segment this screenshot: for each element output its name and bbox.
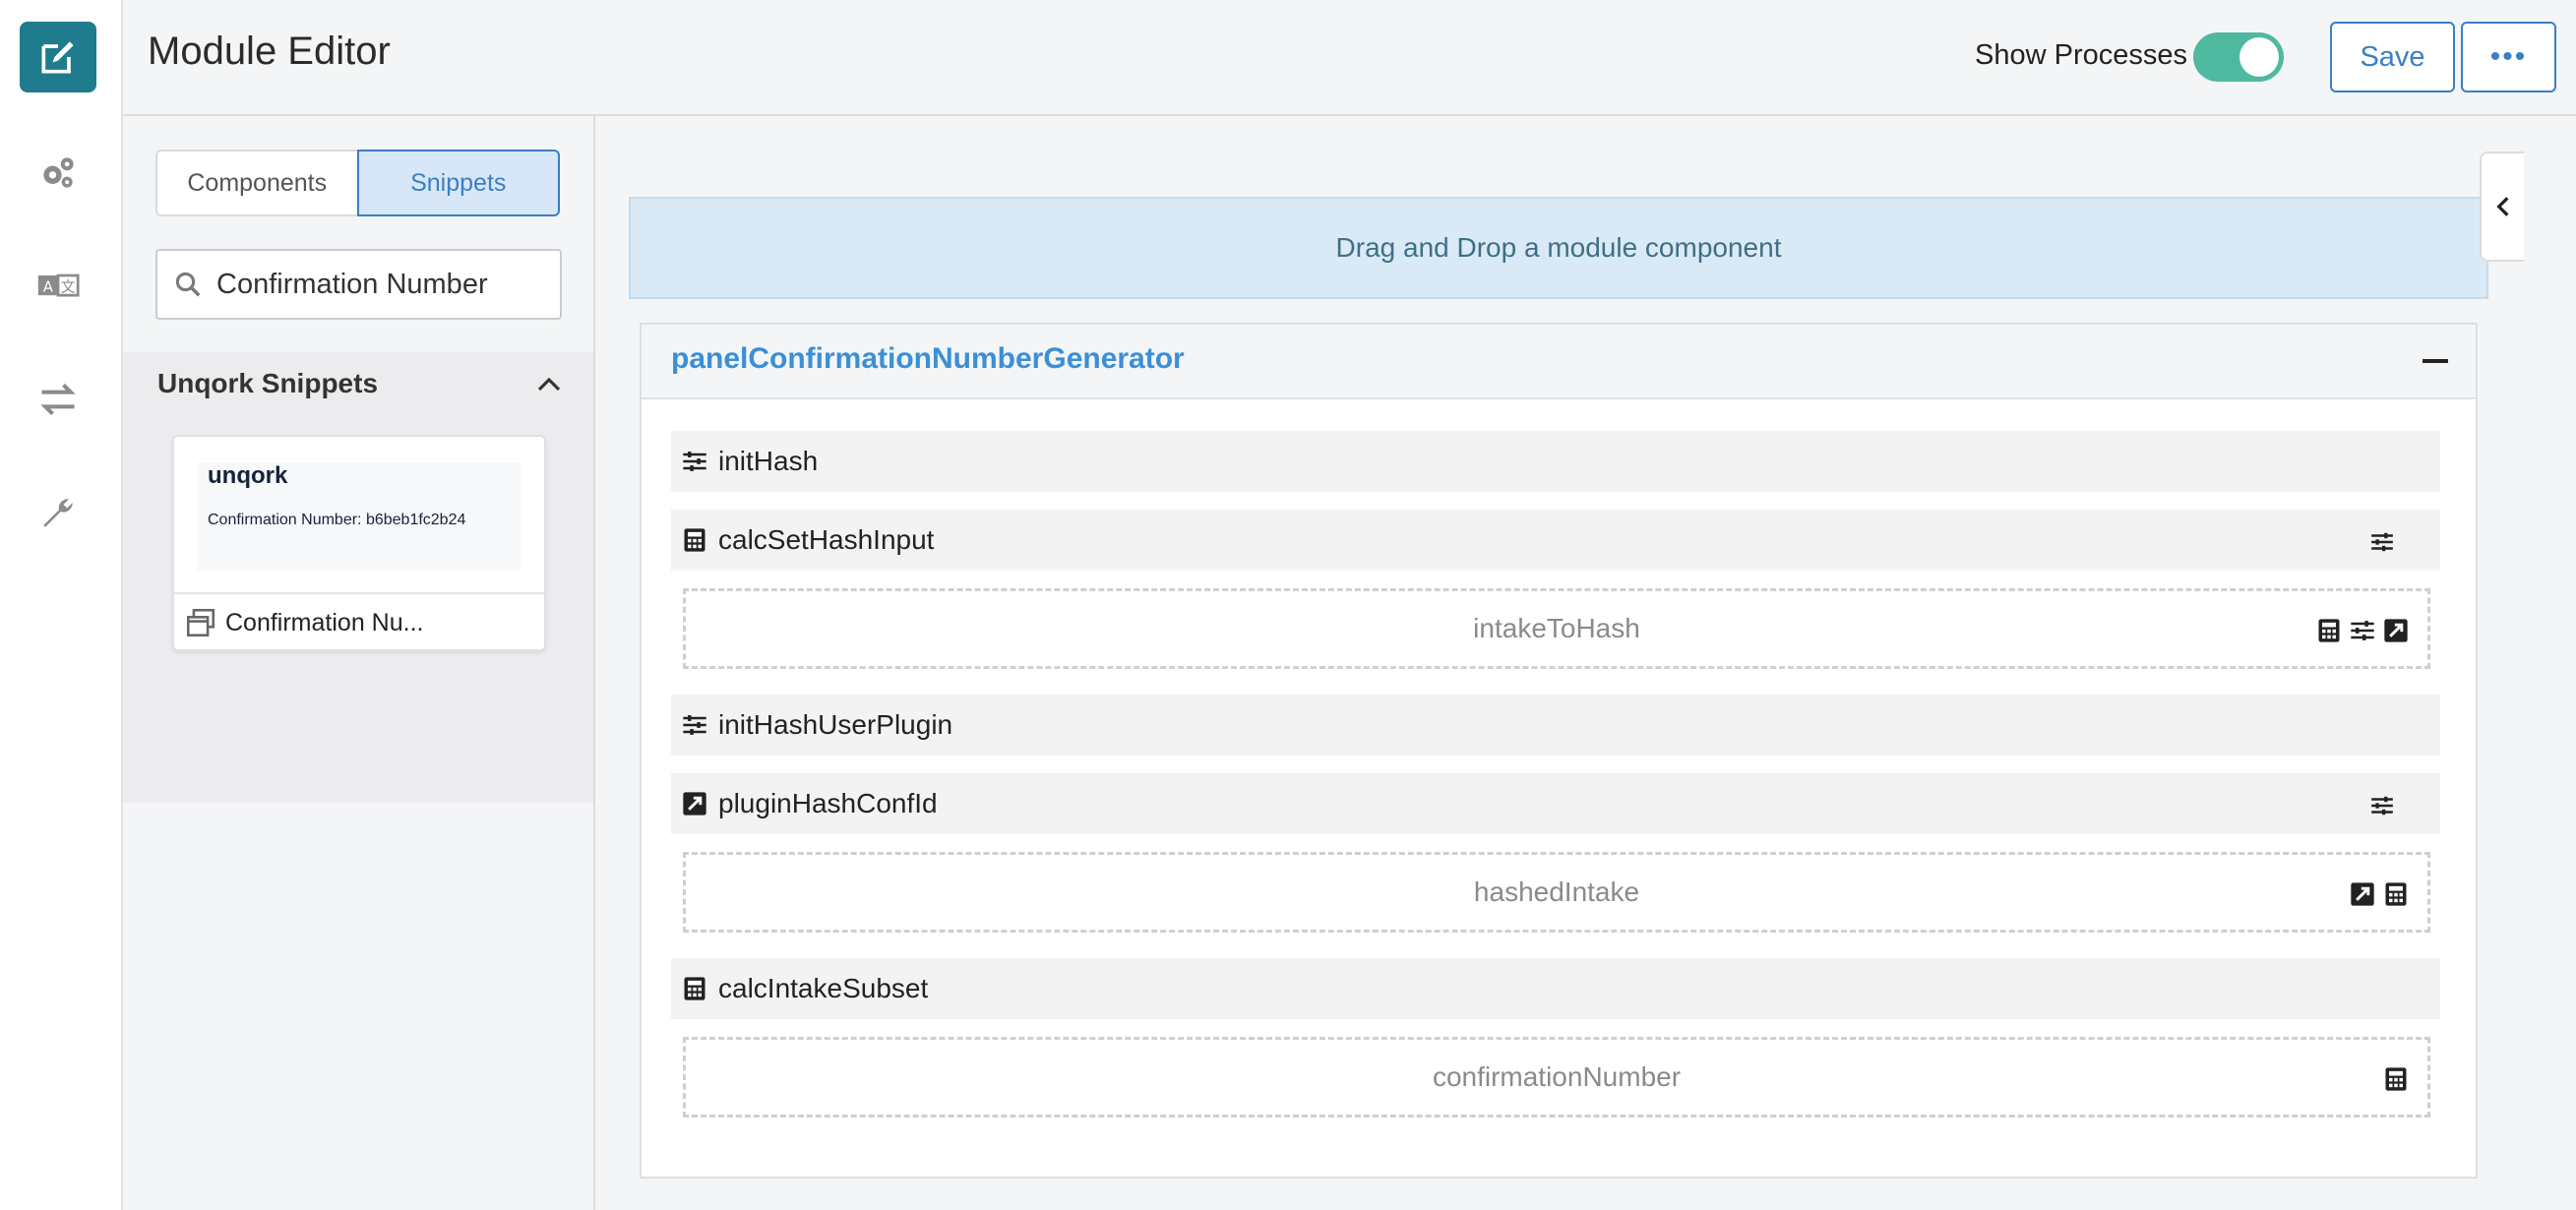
component-row-inithash[interactable]: initHash [671,431,2440,492]
component-row-pluginhashconfid[interactable]: pluginHashConfId [671,773,2440,834]
panel-name: panelConfirmationNumberGenerator [671,342,1185,375]
component-row-confirmationnumber[interactable]: confirmationNumber [683,1037,2430,1118]
edit-icon [41,41,74,74]
collapse-panel-button[interactable] [2480,151,2524,262]
component-sidebar: Components Snippets Unqork Snippets unqo… [123,116,595,1210]
sliders-icon [683,715,706,735]
chevron-up-icon[interactable] [534,370,564,399]
component-label: calcSetHashInput [718,524,935,555]
rail-edit[interactable] [20,22,96,92]
drop-zone[interactable]: Drag and Drop a module component [629,197,2488,299]
snippet-preview-text: Confirmation Number: b6beb1fc2b24 [208,512,466,528]
snippet-logo: unqork [208,462,288,489]
process-icons [2315,617,2410,644]
panel-component[interactable]: panelConfirmationNumberGenerator initHas… [640,323,2478,1179]
component-row-intaketohash[interactable]: intakeToHash [683,588,2430,669]
component-label: intakeToHash [1473,613,1640,643]
component-row-calcsethashinput[interactable]: calcSetHashInput [671,510,2440,571]
calculator-icon [2385,882,2407,906]
component-label: pluginHashConfId [718,788,938,818]
component-label: initHash [718,446,819,476]
calculator-icon [684,528,705,552]
rail-transfer[interactable] [20,364,96,435]
component-row-inithashuserplugin[interactable]: initHashUserPlugin [671,695,2440,756]
snippet-card[interactable]: unqork Confirmation Number: b6beb1fc2b24… [172,435,546,651]
nav-rail: A文 [0,0,123,1210]
calculator-icon [2318,619,2340,642]
save-button[interactable]: Save [2330,22,2455,92]
canvas-stage: Drag and Drop a module component panelCo… [595,116,2520,1210]
windows-icon [186,608,215,637]
snippet-footer: Confirmation Nu... [174,592,544,651]
plugin-icon [683,792,706,816]
sliders-icon [2371,796,2393,816]
component-row-calcintakesubset[interactable]: calcIntakeSubset [671,958,2440,1019]
sliders-icon [2371,532,2393,552]
wrench-icon [43,499,73,527]
process-icons [2349,880,2410,908]
toggle-knob [2239,37,2279,77]
gears-icon [43,157,74,188]
plugin-icon [2351,882,2374,906]
svg-text:文: 文 [61,279,76,296]
svg-text:A: A [43,279,53,296]
tab-components[interactable]: Components [155,150,357,216]
show-processes-toggle[interactable] [2193,32,2284,82]
transfer-arrows-icon [40,383,76,416]
page-title: Module Editor [148,30,391,73]
plugin-icon [2384,619,2408,642]
chevron-left-icon [2495,197,2508,216]
search-icon [175,272,201,297]
search-input[interactable] [216,268,541,301]
rail-translations[interactable]: A文 [20,251,96,322]
search-box [155,249,562,320]
component-label: hashedIntake [1473,877,1640,907]
more-options-button[interactable]: ••• [2461,22,2556,92]
translate-icon: A文 [37,273,80,297]
sidebar-tabs: Components Snippets [155,150,560,216]
snippet-label: Confirmation Nu... [225,608,424,636]
show-processes-label: Show Processes [1975,39,2187,71]
tab-snippets[interactable]: Snippets [356,150,560,216]
panel-header: panelConfirmationNumberGenerator [642,325,2476,399]
top-header: Module Editor Show Processes Save ••• [123,0,2576,116]
rail-settings[interactable] [20,138,96,209]
rail-tools[interactable] [20,478,96,549]
section-title: Unqork Snippets [157,368,379,398]
calculator-icon [684,977,705,1000]
minimize-icon[interactable] [2423,359,2448,363]
module-canvas: Drag and Drop a module component panelCo… [595,116,2576,1210]
component-label: confirmationNumber [1432,1061,1682,1092]
calculator-icon [2385,1067,2407,1091]
sliders-icon [2351,621,2374,640]
component-label: calcIntakeSubset [718,973,929,1003]
component-row-hashedintake[interactable]: hashedIntake [683,852,2430,933]
process-icons [2382,1065,2410,1093]
snippet-preview: unqork Confirmation Number: b6beb1fc2b24 [198,462,521,571]
sliders-icon [683,452,706,471]
component-label: initHashUserPlugin [718,709,953,740]
